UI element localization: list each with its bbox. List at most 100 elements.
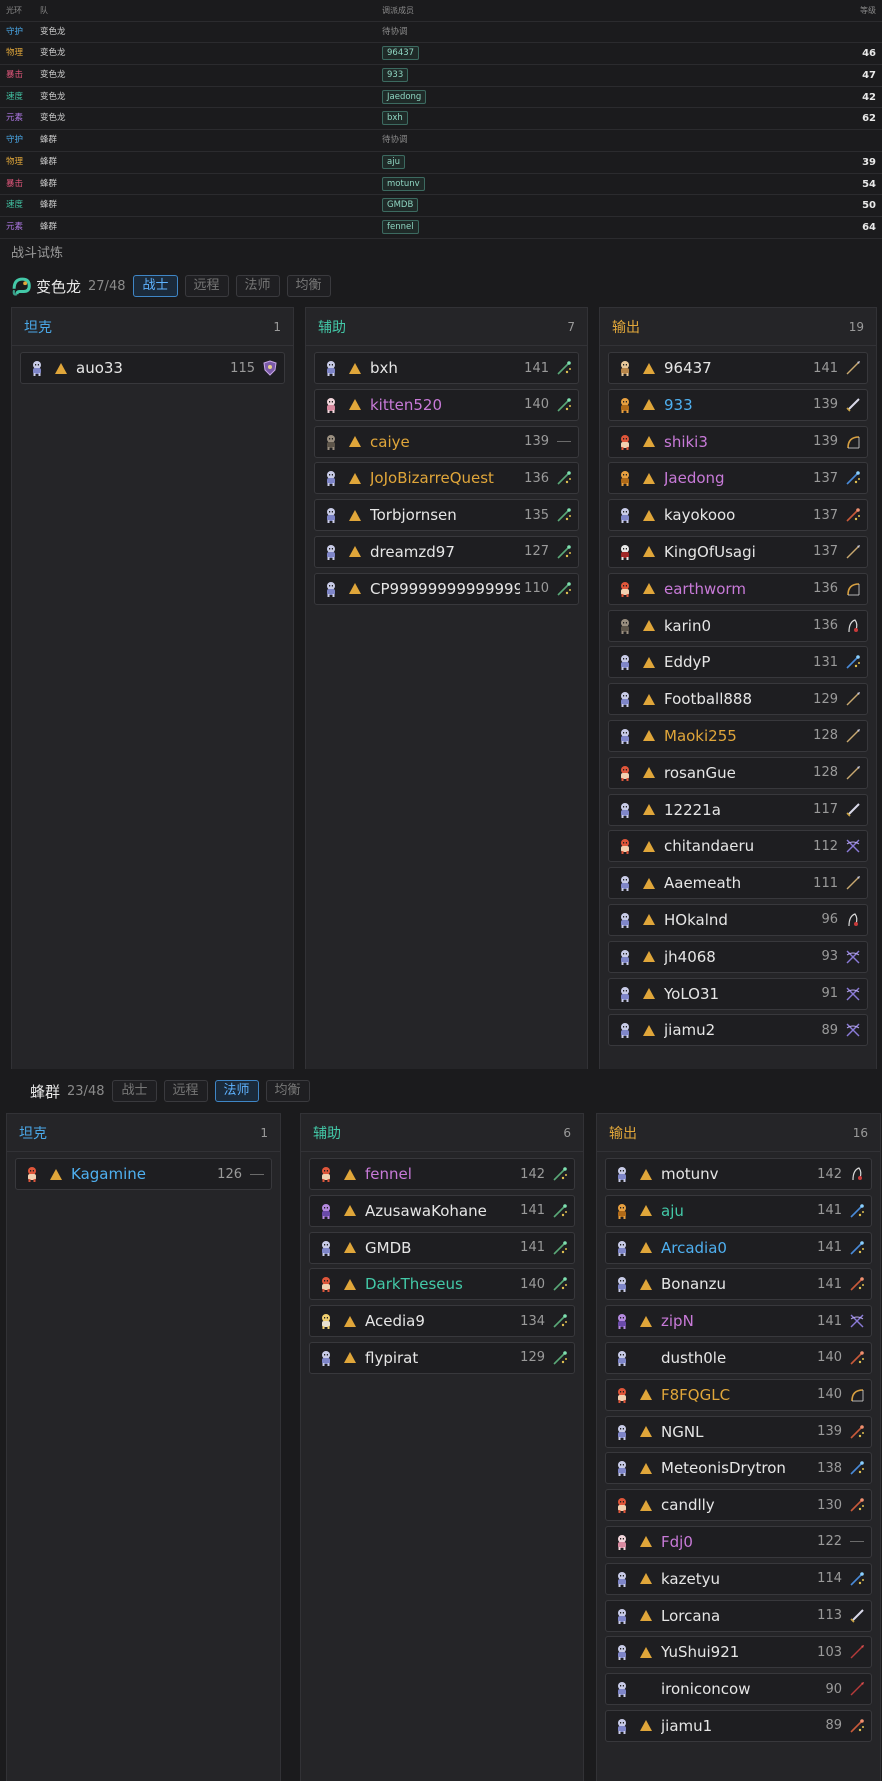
player-row[interactable]: HOkalnd 96 [608, 903, 868, 936]
monk-avatar-icon [621, 361, 629, 376]
player-row[interactable]: Maoki255 128 [608, 719, 868, 752]
ghost-avatar-icon [621, 802, 629, 818]
player-name: kayokooo [664, 506, 736, 525]
player-row[interactable]: jh4068 93 [608, 940, 868, 973]
member-tag[interactable]: 96437 [382, 46, 420, 61]
player-row[interactable]: flypirat 129 [309, 1341, 575, 1374]
player-row[interactable]: bxh 141 [314, 352, 579, 384]
player-row[interactable]: Bonanzu 141 [605, 1268, 872, 1301]
player-level: 96 [821, 912, 838, 928]
player-name: zipN [661, 1312, 694, 1331]
player-row[interactable]: CP99999999999999 110 [314, 572, 579, 605]
player-level: 113 [817, 1608, 842, 1624]
level-value: 47 [862, 70, 876, 82]
player-row[interactable]: 933 139 [608, 388, 868, 421]
player-row[interactable]: MeteonisDrytron 138 [605, 1452, 872, 1485]
member-tag[interactable]: motunv [382, 176, 425, 191]
red-avatar-icon [621, 839, 629, 855]
rank-up-icon [640, 1573, 652, 1585]
player-row[interactable]: aju 141 [605, 1194, 872, 1227]
player-row[interactable]: EddyP 131 [608, 646, 868, 679]
ghost-avatar-icon [621, 912, 629, 928]
red-avatar-icon [621, 434, 629, 450]
player-row[interactable]: Lorcana 113 [605, 1599, 872, 1632]
player-row[interactable]: YuShui921 103 [605, 1636, 872, 1669]
ghost-avatar-icon [618, 1682, 626, 1698]
player-row[interactable]: F8FQGLC 140 [605, 1378, 872, 1411]
member-cell: aju [382, 152, 405, 173]
role-title: 输出 [612, 319, 640, 336]
player-row[interactable]: Torbjornsen 135 [314, 499, 579, 532]
aura-label: 物理 [6, 48, 24, 59]
player-row[interactable]: DarkTheseus 140 [309, 1268, 575, 1301]
player-row[interactable]: NGNL 139 [605, 1415, 872, 1448]
filter-tab-战士[interactable]: 战士 [133, 275, 178, 297]
rank-up-icon [344, 1352, 356, 1364]
player-row[interactable]: JoJoBizarreQuest 136 [314, 462, 579, 495]
member-tag[interactable]: fennel [382, 219, 419, 234]
sword-weapon-icon [846, 802, 860, 817]
spear-red-weapon-icon [850, 1645, 864, 1659]
team-name: 变色龙 [36, 277, 82, 296]
player-row[interactable]: kitten520 140 [314, 388, 579, 421]
player-row[interactable]: ironiconcow 90 [605, 1673, 872, 1706]
filter-tab-法师[interactable]: 法师 [214, 1080, 259, 1102]
ghost-avatar-icon [621, 949, 629, 965]
member-tag[interactable]: GMDB [382, 198, 419, 213]
filter-tab-远程[interactable]: 远程 [184, 275, 229, 297]
member-tag[interactable]: aju [382, 154, 405, 169]
member-tag[interactable]: 933 [382, 68, 409, 83]
player-row[interactable]: dreamzd97 127 [314, 535, 579, 568]
filter-tab-均衡[interactable]: 均衡 [265, 1080, 310, 1102]
player-row[interactable]: candlly 130 [605, 1489, 872, 1522]
player-row[interactable]: zipN 141 [605, 1305, 872, 1338]
player-row[interactable]: kayokooo 137 [608, 499, 868, 532]
filter-tab-均衡[interactable]: 均衡 [286, 275, 331, 297]
player-row[interactable]: jiamu2 89 [608, 1014, 868, 1047]
player-row[interactable]: kazetyu 114 [605, 1562, 872, 1595]
player-row[interactable]: Arcadia0 141 [605, 1231, 872, 1264]
player-row[interactable]: shiki3 139 [608, 425, 868, 458]
player-row[interactable]: AzusawaKohane 141 [309, 1194, 575, 1227]
player-name: Fdj0 [661, 1532, 693, 1551]
ghost-avatar-icon [618, 1167, 626, 1182]
player-row[interactable]: caiye 139 [314, 425, 579, 458]
rank-up-icon [344, 1205, 356, 1217]
filter-tab-远程[interactable]: 远程 [163, 1080, 208, 1102]
bow-weapon-icon [847, 435, 860, 448]
aura-label: 暴击 [6, 178, 24, 189]
player-row[interactable]: auo33 115 [20, 352, 285, 384]
player-row[interactable]: rosanGue 128 [608, 756, 868, 789]
member-tag[interactable]: bxh [382, 111, 408, 126]
player-row[interactable]: 96437 141 [608, 352, 868, 384]
player-row[interactable]: karin0 136 [608, 609, 868, 642]
player-row[interactable]: Jaedong 137 [608, 462, 868, 495]
player-row[interactable]: Fdj0 122 [605, 1525, 872, 1558]
filter-tab-战士[interactable]: 战士 [112, 1080, 157, 1102]
player-row[interactable]: jiamu1 89 [605, 1709, 872, 1742]
member-cell: bxh [382, 108, 408, 129]
player-row[interactable]: chitandaeru 112 [608, 830, 868, 863]
player-row[interactable]: motunv 142 [605, 1158, 872, 1190]
player-row[interactable]: fennel 142 [309, 1158, 575, 1190]
player-row[interactable]: Aaemeath 111 [608, 867, 868, 900]
player-row[interactable]: KingOfUsagi 137 [608, 535, 868, 568]
filter-tab-法师[interactable]: 法师 [235, 275, 280, 297]
player-row[interactable]: 12221a 117 [608, 793, 868, 826]
player-row[interactable]: YoLO31 91 [608, 977, 868, 1010]
xbow-weapon-icon [846, 950, 860, 964]
ghost-avatar-icon [621, 1023, 629, 1039]
player-row[interactable]: Acedia9 134 [309, 1305, 575, 1338]
player-row[interactable]: earthworm 136 [608, 572, 868, 605]
aura-table-row: 守护 蜂群 待协调 [0, 130, 882, 152]
red-avatar-icon [618, 1387, 626, 1403]
player-row[interactable]: dusth0le 140 [605, 1341, 872, 1374]
member-tag[interactable]: Jaedong [382, 89, 427, 104]
level-value: 50 [862, 200, 876, 212]
aura-label: 元素 [6, 113, 24, 124]
player-list: auo33 115 [12, 346, 293, 384]
player-row[interactable]: Football888 129 [608, 683, 868, 716]
player-row[interactable]: GMDB 141 [309, 1231, 575, 1264]
aura-table-row: 元素 变色龙 bxh 62 [0, 108, 882, 131]
player-row[interactable]: Kagamine 126 [15, 1158, 272, 1190]
